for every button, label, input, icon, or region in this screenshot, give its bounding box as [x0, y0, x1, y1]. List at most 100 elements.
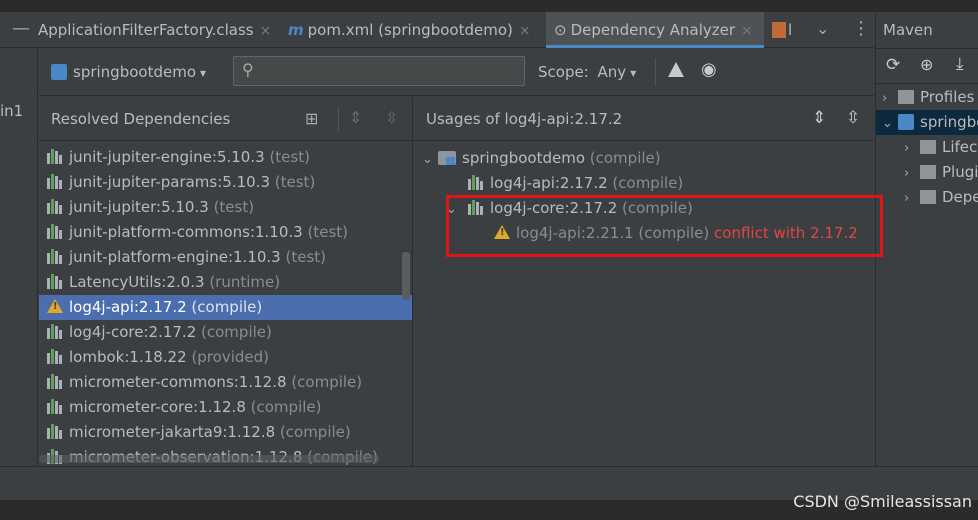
usages-panel: Usages of log4j-api:2.17.2 ⇕ ⇳ ⌄ springbo… — [414, 97, 874, 466]
dep-name: LatencyUtils:2.0.3 — [69, 273, 205, 291]
chevron-down-icon: ▾ — [200, 66, 207, 80]
archive-icon — [772, 22, 786, 38]
maven-item-dependencies[interactable]: › Dependencies — [876, 185, 978, 210]
library-icon — [47, 374, 63, 389]
dependency-row[interactable]: junit-jupiter-params:5.10.3 (test) — [39, 170, 412, 195]
maven-item-label: Plugins — [942, 163, 978, 181]
close-icon[interactable]: × — [741, 23, 753, 39]
dependency-row[interactable]: micrometer-commons:1.12.8 (compile) — [39, 370, 412, 395]
maven-item-label: Profiles — [920, 88, 975, 106]
dependency-row[interactable]: lombok:1.18.22 (provided) — [39, 345, 412, 370]
chevron-down-icon: ⌄ — [422, 152, 433, 167]
close-icon[interactable]: × — [260, 23, 272, 39]
close-icon[interactable]: × — [519, 23, 531, 39]
maven-title: Maven — [883, 21, 933, 39]
dep-scope: (test) — [285, 248, 327, 266]
dep-name: junit-jupiter-params:5.10.3 — [69, 173, 270, 191]
chevron-down-icon: ▾ — [630, 66, 637, 80]
tab-label: Dependency Analyzer — [570, 21, 736, 39]
panel-title: Resolved Dependencies — [51, 110, 231, 128]
tab-label: ApplicationFilterFactory.class — [38, 21, 254, 39]
analyzer-icon: ⊙ — [554, 21, 567, 39]
dep-name: junit-jupiter:5.10.3 — [69, 198, 209, 216]
dependency-row[interactable]: log4j-core:2.17.2 (compile) — [39, 320, 412, 345]
dependency-row[interactable]: micrometer-core:1.12.8 (compile) — [39, 395, 412, 420]
scope-label: Scope: — [538, 63, 589, 81]
search-input[interactable]: ⚲ — [233, 56, 525, 86]
dep-name: micrometer-core:1.12.8 — [69, 398, 246, 416]
maven-item-profiles[interactable]: › Profiles — [876, 85, 978, 110]
tab-overflow[interactable]: l — [772, 12, 802, 48]
tab-dependency-analyzer[interactable]: ⊙ Dependency Analyzer × — [546, 12, 764, 48]
eye-icon[interactable]: ◉ — [701, 59, 717, 80]
library-icon — [47, 274, 63, 289]
library-icon — [47, 349, 63, 364]
maven-item-project[interactable]: ⌄ springbootdemo — [876, 110, 978, 135]
chevron-down-icon: ⌄ — [882, 116, 893, 131]
analyzer-toolbar: springbootdemo ▾ ⚲ Scope: Any ▾ ◉ — [39, 48, 874, 96]
dep-scope: (compile) — [201, 323, 272, 341]
tab-pom-xml[interactable]: m pom.xml (springbootdemo) × — [288, 12, 531, 48]
dep-scope: (test) — [213, 198, 255, 216]
reload-icon[interactable]: ⟳ — [886, 55, 900, 75]
usage-child-log4j-api[interactable]: log4j-api:2.17.2 (compile) — [414, 171, 874, 196]
dependency-row[interactable]: LatencyUtils:2.0.3 (runtime) — [39, 270, 412, 295]
dependency-row[interactable]: junit-platform-engine:1.10.3 (test) — [39, 245, 412, 270]
dep-name: junit-platform-engine:1.10.3 — [69, 248, 281, 266]
dependency-row[interactable]: junit-platform-commons:1.10.3 (test) — [39, 220, 412, 245]
chevron-down-icon[interactable]: ⌄ — [816, 19, 829, 38]
tab-label: l — [788, 21, 793, 39]
library-icon — [47, 199, 63, 214]
dep-name: micrometer-commons:1.12.8 — [69, 373, 287, 391]
minimize-icon[interactable]: — — [12, 18, 30, 39]
collapse-all-icon[interactable]: ⇳ — [385, 108, 398, 127]
list-scrollbar[interactable] — [402, 252, 410, 300]
search-field[interactable] — [262, 59, 517, 83]
dep-name: log4j-core:2.17.2 — [69, 323, 197, 341]
library-icon — [468, 175, 484, 190]
scope-value: Any — [597, 63, 627, 81]
usage-root[interactable]: ⌄ springbootdemo (compile) — [414, 146, 874, 171]
scope-selector[interactable]: Scope: Any ▾ — [538, 60, 636, 84]
maven-item-plugins[interactable]: › Plugins — [876, 160, 978, 185]
library-icon — [47, 424, 63, 439]
dep-name: junit-jupiter-engine:5.10.3 — [69, 148, 265, 166]
dep-scope: (test) — [307, 223, 348, 241]
dep-name: springbootdemo — [462, 149, 585, 167]
dependency-row[interactable]: junit-jupiter-engine:5.10.3 (test) — [39, 145, 412, 170]
module-icon — [51, 64, 67, 80]
dep-scope: (compile) — [279, 423, 351, 441]
library-icon — [47, 149, 63, 164]
dep-name: log4j-api:2.17.2 — [69, 298, 187, 316]
tab-application-filter-factory[interactable]: ApplicationFilterFactory.class × — [38, 12, 271, 48]
more-icon[interactable]: ⋮ — [852, 18, 870, 39]
expand-all-icon[interactable]: ⇕ — [812, 108, 826, 128]
module-icon — [438, 151, 456, 165]
window-top-strip — [0, 0, 978, 12]
dependency-row[interactable]: ! log4j-api:2.17.2 (compile) — [39, 295, 412, 320]
maven-panel: Maven ⟳ ⊕ ⤓ › Profiles ⌄ springbootdemo › L… — [875, 12, 978, 466]
project-selector[interactable]: springbootdemo ▾ — [51, 60, 206, 84]
gear-icon — [920, 165, 936, 179]
panel-header: Usages of log4j-api:2.17.2 ⇕ ⇳ — [414, 97, 874, 141]
dep-name: log4j-api:2.17.2 — [490, 174, 608, 192]
library-icon — [920, 190, 936, 204]
dependency-row[interactable]: micrometer-jakarta9:1.12.8 (compile) — [39, 420, 412, 445]
dep-scope: (provided) — [191, 348, 269, 366]
conflicts-filter-icon[interactable] — [668, 62, 684, 77]
dep-scope: (compile) — [291, 373, 363, 391]
dependency-row[interactable]: junit-jupiter:5.10.3 (test) — [39, 195, 412, 220]
download-icon[interactable]: ⤓ — [956, 54, 964, 74]
tree-view-icon[interactable]: ⊞ — [305, 109, 318, 128]
collapse-all-icon[interactable]: ⇳ — [846, 108, 860, 128]
search-icon: ⚲ — [242, 60, 254, 79]
maven-item-lifecycle[interactable]: › Lifecycle — [876, 135, 978, 160]
horizontal-scrollbar[interactable] — [39, 455, 379, 463]
module-icon — [898, 114, 914, 130]
project-name: springbootdemo — [73, 63, 196, 81]
dep-scope: (test) — [269, 148, 310, 166]
add-project-icon[interactable]: ⊕ — [920, 55, 933, 74]
maven-m-icon: m — [288, 21, 304, 39]
library-icon — [47, 324, 63, 339]
expand-all-icon[interactable]: ⇕ — [349, 108, 362, 127]
